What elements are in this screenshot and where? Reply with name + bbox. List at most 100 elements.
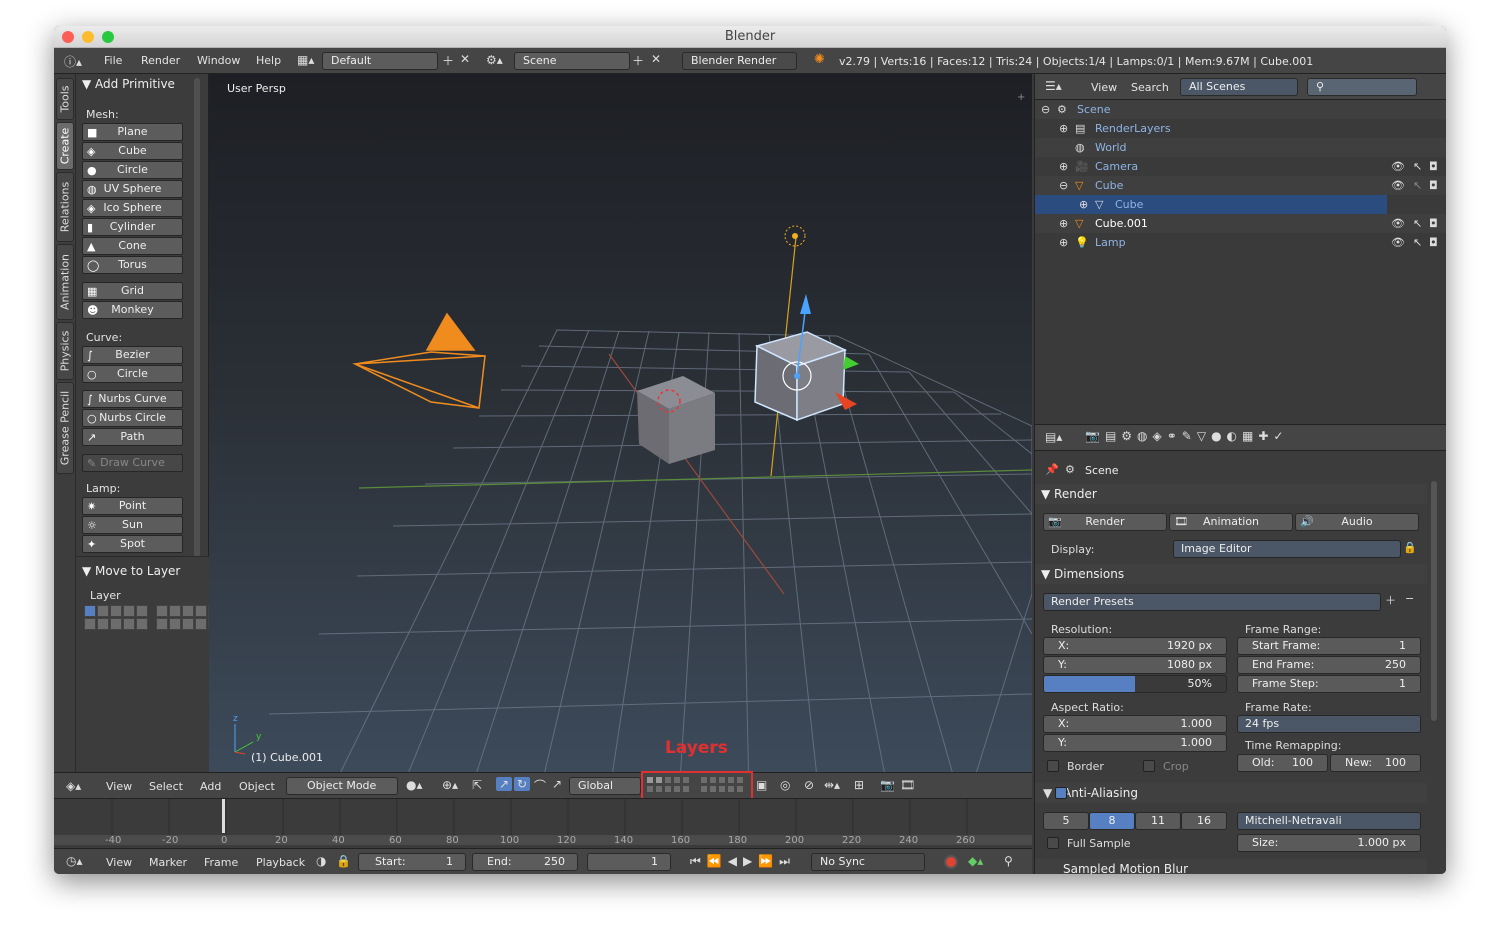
vp-menu-object[interactable]: Object: [239, 780, 275, 793]
frame-step-field[interactable]: Frame Step: 1: [1237, 675, 1421, 693]
add-torus-button[interactable]: ◯ Torus: [82, 256, 183, 274]
layout-field[interactable]: Default: [322, 52, 438, 70]
add-path-button[interactable]: ↗ Path: [82, 428, 183, 446]
visibility-eye-icon[interactable]: 👁: [1391, 157, 1405, 176]
snap-icon[interactable]: ⊘: [804, 778, 814, 792]
add-cylinder-button[interactable]: ▮ Cylinder: [82, 218, 183, 236]
expand-icon[interactable]: ⊕: [1079, 195, 1088, 214]
vp-menu-add[interactable]: Add: [200, 780, 221, 793]
outliner-menu-view[interactable]: View: [1091, 81, 1117, 94]
tab-tools[interactable]: Tools: [56, 78, 74, 120]
add-spot-lamp-button[interactable]: ✦ Spot: [82, 535, 183, 553]
resolution-y-field[interactable]: Y: 1080 px: [1043, 656, 1227, 674]
outliner-row-lamp[interactable]: ⊕ 💡 Lamp 👁 ↖ ◘: [1035, 233, 1446, 252]
collapse-arrow-icon[interactable]: ▼: [1043, 786, 1052, 800]
preview-range-icon[interactable]: ◑: [316, 854, 326, 868]
add-primitive-panel[interactable]: ▼ Add Primitive: [76, 74, 175, 94]
3d-viewport[interactable]: User Persp z y (1) Cube.001 Layers +: [209, 74, 1032, 796]
tl-menu-view[interactable]: View: [106, 856, 132, 869]
insert-keyframe-icon[interactable]: ⚲: [1004, 854, 1013, 868]
resolution-x-field[interactable]: X: 1920 px: [1043, 637, 1227, 655]
properties-editor-icon[interactable]: ▤▴: [1045, 430, 1062, 444]
add-scene-icon[interactable]: ＋: [632, 52, 644, 69]
vp-menu-view[interactable]: View: [106, 780, 132, 793]
add-cube-button[interactable]: ◈ Cube: [82, 142, 183, 160]
add-uv-sphere-button[interactable]: ◍ UV Sphere: [82, 180, 183, 198]
translate-icon[interactable]: ↗: [496, 777, 512, 791]
add-nurbs-circle-button[interactable]: ○ Nurbs Circle: [82, 409, 183, 427]
add-cone-button[interactable]: ▲ Cone: [82, 237, 183, 255]
scene-field[interactable]: Scene: [514, 52, 630, 70]
tl-menu-marker[interactable]: Marker: [149, 856, 187, 869]
outliner-row-cube-001[interactable]: ⊕ ▽ Cube.001 👁 ↖ ◘: [1035, 214, 1446, 233]
aa-filter-select[interactable]: Mitchell-Netravali: [1237, 812, 1421, 830]
orientation-select[interactable]: Global: [569, 777, 641, 795]
outliner-search-input[interactable]: ⚲: [1307, 78, 1417, 96]
add-curve-circle-button[interactable]: ○ Circle: [82, 365, 183, 383]
selectable-cursor-icon[interactable]: ↖: [1413, 157, 1422, 176]
shading-icon[interactable]: ●▴: [406, 778, 423, 792]
tl-menu-playback[interactable]: Playback: [256, 856, 305, 869]
tab-animation[interactable]: Animation: [56, 244, 74, 320]
outliner-row-camera[interactable]: ⊕ 🎥 Camera 👁 ↖ ◘: [1035, 157, 1446, 176]
dimensions-panel-header[interactable]: ▼ Dimensions: [1035, 564, 1427, 584]
collapse-icon[interactable]: ⊖: [1041, 100, 1050, 119]
expand-icon[interactable]: ⊕: [1059, 119, 1068, 138]
maximize-window-button[interactable]: [102, 31, 114, 43]
menu-file[interactable]: File: [104, 54, 122, 67]
add-sun-lamp-button[interactable]: ☼ Sun: [82, 516, 183, 534]
outliner-menu-search[interactable]: Search: [1131, 81, 1169, 94]
renderable-camera-icon[interactable]: ◘: [1429, 233, 1438, 252]
add-bezier-button[interactable]: ∫ Bezier: [82, 346, 183, 364]
crop-checkbox[interactable]: [1143, 760, 1155, 772]
add-point-lamp-button[interactable]: ✷ Point: [82, 497, 183, 515]
anti-aliasing-checkbox[interactable]: [1055, 787, 1067, 799]
render-opengl-icon[interactable]: 📷: [880, 778, 895, 792]
scene-icon[interactable]: ⚙▴: [486, 53, 503, 67]
add-circle-button[interactable]: ● Circle: [82, 161, 183, 179]
visibility-eye-icon[interactable]: 👁: [1391, 233, 1405, 252]
vp-menu-select[interactable]: Select: [149, 780, 183, 793]
mode-select[interactable]: Object Mode: [286, 777, 398, 795]
playback-controls-icon[interactable]: ⏮⏪◀▶⏩⏭: [690, 854, 796, 869]
proportional-edit-icon[interactable]: ◎: [780, 778, 790, 792]
resolution-percentage-slider[interactable]: 50%: [1043, 675, 1227, 693]
render-panel-header[interactable]: ▼ Render: [1035, 484, 1427, 504]
aa-size-field[interactable]: Size: 1.000 px: [1237, 834, 1421, 852]
cube-001-object[interactable]: [754, 331, 848, 422]
snap-target-icon[interactable]: ⊞: [854, 778, 864, 792]
aa-sample-8[interactable]: 8: [1089, 812, 1135, 830]
timeline[interactable]: -40 -20 0 20 40 60 80 100 120 140 160 18…: [54, 798, 1032, 848]
menu-help[interactable]: Help: [256, 54, 281, 67]
add-monkey-button[interactable]: ☻ Monkey: [82, 301, 183, 319]
add-nurbs-curve-button[interactable]: ∫ Nurbs Curve: [82, 390, 183, 408]
minimize-window-button[interactable]: [82, 31, 94, 43]
cube-object[interactable]: [637, 376, 715, 464]
timeline-editor-icon[interactable]: ◷▴: [66, 854, 83, 868]
outliner-row-scene[interactable]: ⊖ ⚙ Scene: [1035, 100, 1446, 119]
move-to-layer-header[interactable]: ▼ Move to Layer: [76, 561, 180, 581]
current-frame-marker[interactable]: [222, 799, 225, 833]
anti-aliasing-panel-header[interactable]: Anti-Aliasing: [1035, 783, 1427, 803]
outliner-row-world[interactable]: ◍ World: [1035, 138, 1446, 157]
start-frame-field[interactable]: Start: 1: [358, 853, 466, 871]
expand-icon[interactable]: ⊕: [1059, 233, 1068, 252]
keying-set-icon[interactable]: ◆▴: [968, 854, 983, 868]
scale-icon[interactable]: ⌒: [534, 777, 546, 794]
render-engine-select[interactable]: Blender Render: [682, 52, 797, 70]
menu-window[interactable]: Window: [197, 54, 240, 67]
close-window-button[interactable]: [62, 31, 74, 43]
rotate-icon[interactable]: ↻: [514, 777, 530, 791]
display-select[interactable]: Image Editor: [1173, 540, 1401, 558]
add-plane-button[interactable]: ■ Plane: [82, 123, 183, 141]
outliner-row-cube[interactable]: ⊖ ▽ Cube 👁 ↖ ◘: [1035, 176, 1446, 195]
selectable-cursor-icon[interactable]: ↖: [1413, 233, 1422, 252]
lock-layers-icon[interactable]: ▣: [756, 778, 767, 792]
animation-button[interactable]: 🎞 Animation: [1169, 513, 1293, 531]
camera-object[interactable]: [352, 312, 486, 409]
aa-sample-16[interactable]: 16: [1181, 812, 1227, 830]
time-remap-new-field[interactable]: New: 100: [1330, 754, 1421, 772]
add-preset-icon[interactable]: ＋: [1385, 592, 1396, 608]
outliner-editor-icon[interactable]: ☰▴: [1045, 79, 1062, 93]
aa-sample-11[interactable]: 11: [1135, 812, 1181, 830]
